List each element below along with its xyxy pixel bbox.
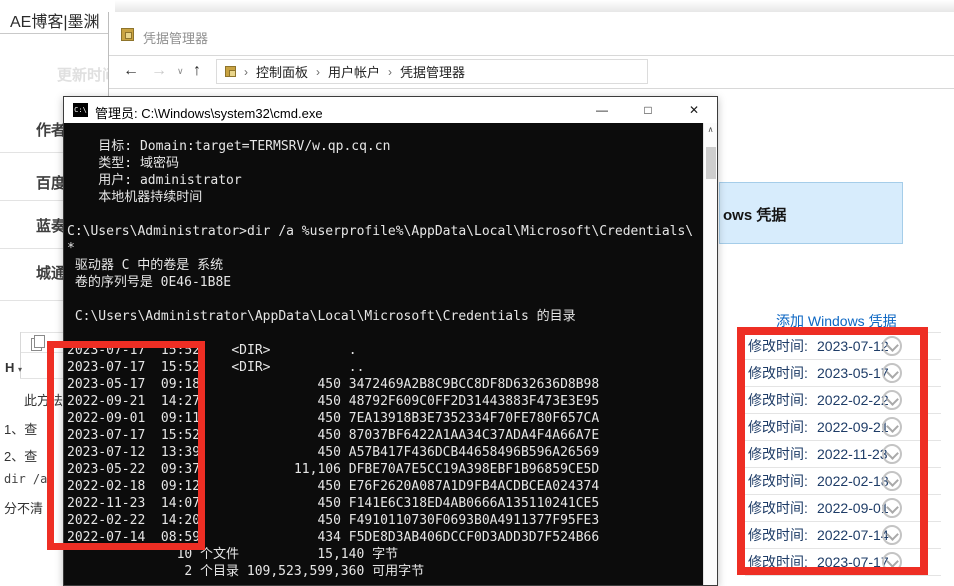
copy-icon[interactable] <box>31 335 45 351</box>
divider <box>0 200 63 201</box>
windows-credentials-section-header: ows 凭据 <box>719 182 903 244</box>
article-fragment: 分不清 <box>4 501 44 516</box>
breadcrumb-separator-icon: › <box>244 64 248 79</box>
divider <box>20 332 63 333</box>
article-fragment: 1、查 <box>4 422 38 437</box>
scrollbar[interactable]: ∧ <box>703 123 717 585</box>
breadcrumb-item-user-accounts[interactable]: 用户帐户 <box>328 62 380 81</box>
scroll-up-icon[interactable]: ∧ <box>704 125 717 134</box>
breadcrumb-item-credential-manager[interactable]: 凭据管理器 <box>400 62 465 81</box>
divider <box>0 152 63 153</box>
annotation-rectangle-credential-dates <box>737 327 928 575</box>
blog-row-baidu: 百度 <box>36 175 67 192</box>
breadcrumb-separator-icon: › <box>388 64 393 79</box>
up-button[interactable]: ↑ <box>193 62 201 80</box>
credential-manager-icon <box>121 28 134 41</box>
chevron-down-icon: ▾ <box>18 365 23 374</box>
navigation-bar: ← → ∨ ↑ › 控制面板 › 用户帐户 › 凭据管理器 <box>109 55 954 89</box>
breadcrumb[interactable]: › 控制面板 › 用户帐户 › 凭据管理器 <box>216 59 648 84</box>
blog-row-author: 作者 <box>36 122 67 139</box>
article-fragment: 2、查 <box>4 449 38 464</box>
close-button[interactable]: ✕ <box>671 97 717 123</box>
blog-row-lanzou: 蓝奏 <box>36 218 67 235</box>
scrollbar-thumb[interactable] <box>706 147 716 179</box>
window-title: 凭据管理器 <box>143 31 209 46</box>
annotation-rectangle-cmd-dates <box>47 341 205 550</box>
browser-tab-title[interactable]: AE博客|墨渊 <box>10 8 100 32</box>
tab-underline <box>0 33 110 34</box>
minimize-button[interactable]: — <box>579 97 625 123</box>
address-icon <box>225 66 236 77</box>
article-code-fragment: dir /a <box>4 472 48 486</box>
cmd-window-title: 管理员: C:\Windows\system32\cmd.exe <box>95 106 323 121</box>
cmd-titlebar[interactable]: C:\ 管理员: C:\Windows\system32\cmd.exe — □… <box>64 97 717 123</box>
back-button[interactable]: ← <box>123 62 139 80</box>
blog-row-chengtong: 城通 <box>36 265 67 282</box>
section-header-text: ows 凭据 <box>723 207 787 224</box>
heading-dropdown-label: H <box>5 360 15 375</box>
forward-button[interactable]: → <box>151 62 167 80</box>
divider <box>0 300 63 301</box>
breadcrumb-item-control-panel[interactable]: 控制面板 <box>256 62 308 81</box>
breadcrumb-separator-icon: › <box>316 64 321 79</box>
cmd-icon: C:\ <box>73 103 88 117</box>
heading-dropdown[interactable]: H ▾ <box>5 360 22 375</box>
divider <box>0 248 63 249</box>
recent-pages-dropdown[interactable]: ∨ <box>177 66 184 77</box>
maximize-button[interactable]: □ <box>625 97 671 123</box>
